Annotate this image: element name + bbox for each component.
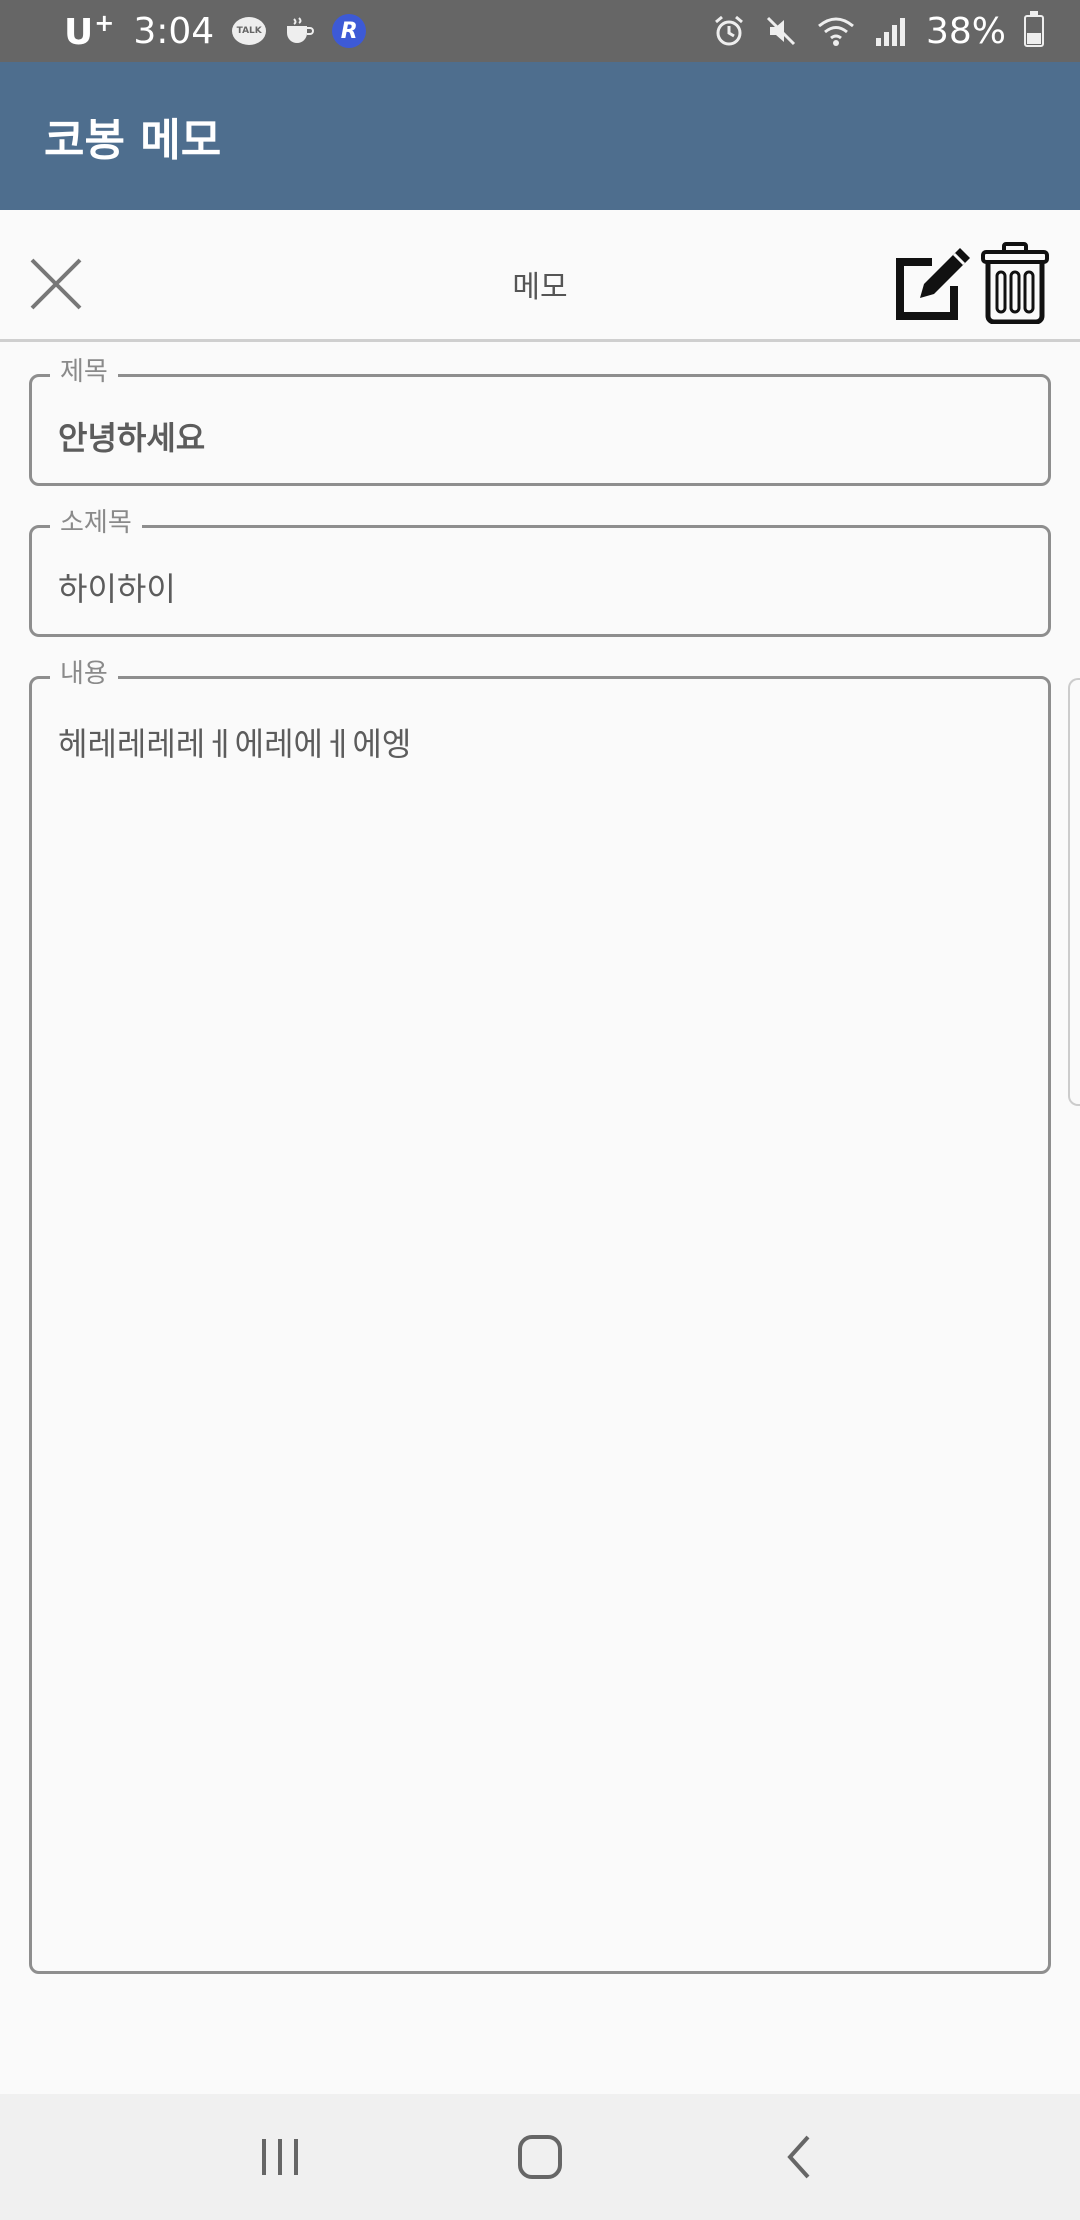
carrier-label: U+ [64, 9, 115, 53]
trash-icon [981, 242, 1049, 325]
home-button[interactable] [500, 2117, 580, 2197]
app-title: 코봉 메모 [44, 115, 222, 166]
battery-percent: 38% [925, 10, 1006, 52]
battery-icon [1024, 11, 1044, 47]
title-value[interactable]: 안녕하세요 [58, 413, 205, 459]
carrier-text: U [64, 12, 95, 53]
subtitle-label: 소제목 [50, 506, 142, 540]
status-time: 3:04 [133, 10, 215, 52]
back-icon [787, 2135, 810, 2179]
carrier-plus: + [94, 9, 116, 37]
delete-button[interactable] [980, 242, 1050, 325]
wifi-icon [816, 14, 856, 48]
status-right: 38% [712, 11, 1044, 52]
back-button[interactable] [760, 2117, 840, 2197]
mute-icon [764, 14, 798, 48]
recent-apps-button[interactable] [240, 2117, 320, 2197]
edit-icon [896, 248, 970, 320]
title-label: 제목 [50, 355, 118, 389]
subtitle-value[interactable]: 하이하이 [58, 564, 176, 610]
kakaotalk-icon: TALK [232, 17, 267, 45]
memo-toolbar: 메모 [0, 210, 1080, 342]
content-label: 내용 [50, 657, 118, 691]
subtitle-field[interactable]: 소제목 하이하이 [29, 506, 1051, 637]
alarm-icon [712, 14, 746, 48]
memo-screen: U+ 3:04 TALK R 38% 코봉 메모 메모 제목 안녕하세요 소제목… [0, 0, 1080, 2220]
recent-apps-icon [262, 2139, 298, 2175]
coffee-icon [284, 17, 315, 45]
content-field[interactable]: 내용 헤레레레레ㅔ에레에ㅔ에엥 [29, 657, 1051, 1974]
battery-fill [1027, 33, 1041, 44]
status-bar: U+ 3:04 TALK R 38% [0, 0, 1080, 62]
navigation-bar [0, 2094, 1080, 2220]
status-left: U+ 3:04 TALK R [64, 9, 367, 53]
home-icon [518, 2135, 562, 2179]
side-panel-handle[interactable] [1068, 678, 1080, 1106]
edit-button[interactable] [890, 242, 972, 324]
signal-icon [874, 14, 908, 48]
title-field[interactable]: 제목 안녕하세요 [29, 355, 1051, 486]
r-app-icon: R [332, 14, 367, 48]
app-bar: 코봉 메모 [0, 62, 1080, 210]
content-value[interactable]: 헤레레레레ㅔ에레에ㅔ에엥 [58, 719, 411, 765]
